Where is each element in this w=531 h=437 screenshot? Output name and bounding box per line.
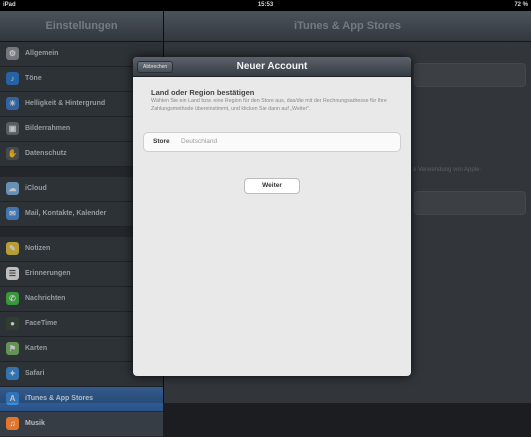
dialog-title: Neuer Account (236, 61, 308, 72)
new-account-dialog: Abbrechen Neuer Account Land oder Region… (133, 57, 411, 376)
next-button[interactable]: Weiter (244, 178, 300, 194)
sidebar-item-musik[interactable]: ♫ Musik (0, 412, 163, 437)
music-icon: ♫ (6, 417, 19, 430)
battery-level: 72 % (514, 2, 528, 8)
clock: 15:53 (257, 2, 274, 8)
section-description: Wählen Sie ein Land bzw. eine Region für… (151, 98, 387, 112)
store-label: Store (153, 138, 170, 145)
dialog-navbar: Abbrechen Neuer Account (133, 57, 411, 77)
store-value: Deutschland (181, 138, 218, 145)
store-selector[interactable]: Store Deutschland (143, 132, 401, 152)
sidebar-item-label: Musik (25, 420, 45, 427)
status-bar: iPad 15:53 72 % (0, 0, 531, 11)
section-heading: Land oder Region bestätigen (151, 88, 255, 97)
